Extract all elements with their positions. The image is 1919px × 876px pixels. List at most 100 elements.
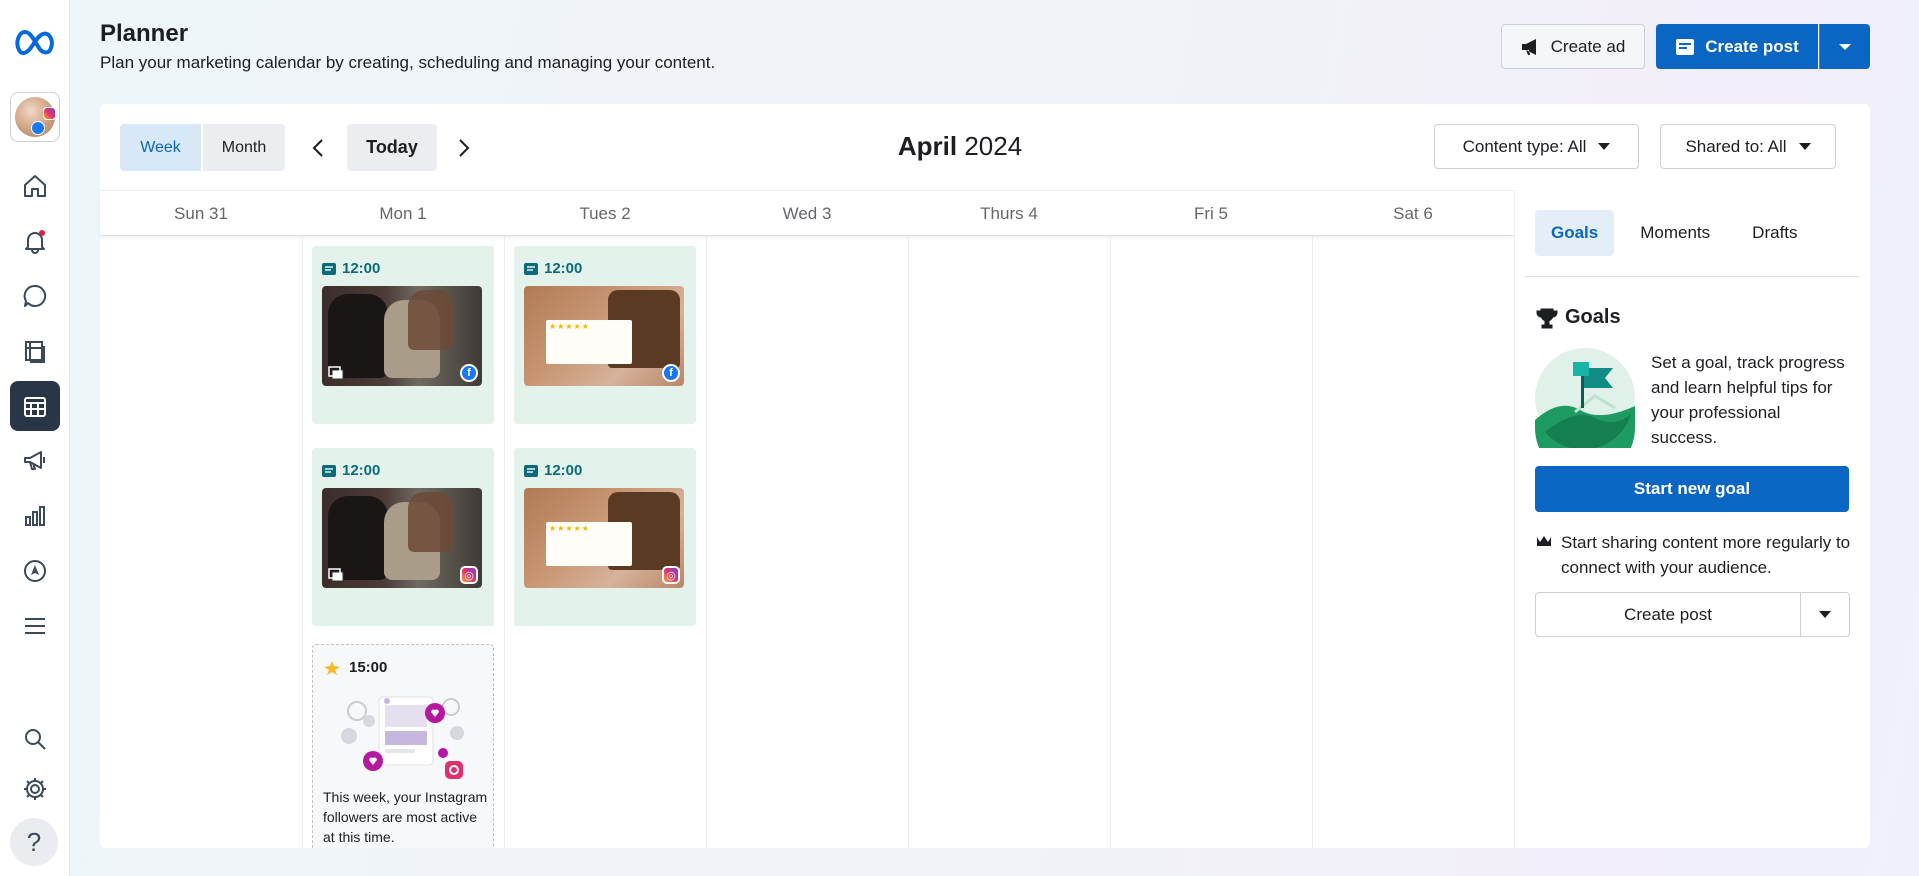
engagement-illustration	[341, 696, 464, 779]
suggestion-time: 15:00	[323, 659, 387, 676]
multiple-media-icon	[328, 366, 344, 380]
post-icon	[1676, 38, 1695, 55]
search-nav-button[interactable]	[10, 714, 60, 764]
crown-icon	[1537, 536, 1551, 548]
column-divider	[504, 236, 505, 848]
megaphone-icon	[24, 451, 45, 470]
side-panel-tabs: Goals Moments Drafts	[1535, 210, 1814, 256]
scheduled-post-card[interactable]: 12:00 ◎	[312, 448, 494, 626]
side-create-post-dropdown-button[interactable]	[1800, 592, 1850, 637]
create-post-label: Create post	[1705, 36, 1799, 56]
goal-flag-illustration	[1535, 348, 1635, 448]
content-nav-button[interactable]	[10, 326, 60, 376]
post-thumbnail: ★★★★★ f	[524, 286, 684, 386]
search-icon	[25, 729, 46, 750]
caret-down-icon	[1798, 143, 1811, 150]
day-header: Wed 3	[782, 204, 832, 223]
post-time: 12:00	[322, 462, 380, 479]
view-toggle: Week Month	[120, 124, 285, 171]
caret-down-icon	[1839, 43, 1851, 50]
insights-nav-button[interactable]	[10, 491, 60, 541]
facebook-icon: f	[662, 364, 680, 382]
column-divider	[706, 236, 707, 848]
page-title: Planner	[100, 20, 189, 47]
year: 2024	[964, 131, 1023, 161]
create-ad-label: Create ad	[1550, 36, 1626, 56]
day-header: Sun 31	[174, 204, 228, 223]
page-subtitle: Plan your marketing calendar by creating…	[100, 53, 716, 72]
divider	[1525, 276, 1859, 277]
post-time: 12:00	[524, 260, 582, 277]
post-thumbnail: ◎	[322, 488, 482, 588]
ads-nav-button[interactable]	[10, 436, 60, 486]
day-header: Sat 6	[1393, 204, 1433, 223]
inbox-nav-button[interactable]	[10, 271, 60, 321]
suggestion-text: This week, your Instagram followers are …	[323, 789, 488, 845]
column-divider	[908, 236, 909, 848]
post-type-icon	[524, 464, 538, 477]
day-header: Fri 5	[1194, 204, 1228, 223]
instagram-icon: ◎	[460, 566, 478, 584]
post-thumbnail: f	[322, 286, 482, 386]
post-type-icon	[322, 262, 336, 275]
best-time-suggestion-card[interactable]: 15:00 This week, your Instagram follower…	[312, 644, 494, 848]
content-library-icon	[25, 341, 45, 363]
facebook-icon: f	[460, 364, 478, 382]
facebook-icon	[31, 121, 45, 135]
goals-description: Set a goal, track progress and learn hel…	[1651, 353, 1845, 447]
megaphone-icon	[1521, 38, 1536, 55]
left-navigation: ?	[0, 0, 70, 876]
bell-icon	[25, 230, 45, 254]
post-time: 12:00	[322, 260, 380, 277]
create-ad-button[interactable]: Create ad	[1501, 24, 1645, 69]
content-type-label: Content type: All	[1462, 136, 1587, 156]
shared-to-dropdown[interactable]: Shared to: All	[1660, 124, 1836, 169]
side-create-post-button[interactable]: Create post	[1535, 592, 1801, 637]
create-post-button[interactable]: Create post	[1656, 24, 1818, 69]
today-button[interactable]: Today	[347, 124, 437, 171]
planner-panel: Week Month Today April 2024 Content type…	[100, 104, 1870, 848]
calendar-grid[interactable]: 12:00 f 12:00 ★★★★★ f 12:00 ◎ 12:00 ★★★★…	[100, 236, 1514, 848]
meta-logo-icon[interactable]	[13, 26, 57, 58]
compass-icon	[24, 560, 46, 582]
tab-moments[interactable]: Moments	[1624, 210, 1726, 256]
instagram-icon: ◎	[662, 566, 680, 584]
planner-nav-button[interactable]	[10, 381, 60, 431]
scheduled-post-card[interactable]: 12:00 f	[312, 246, 494, 424]
question-mark-icon: ?	[26, 826, 42, 857]
bar-chart-icon	[25, 506, 45, 526]
all-tools-nav-button[interactable]	[10, 601, 60, 651]
start-new-goal-button[interactable]: Start new goal	[1535, 466, 1849, 512]
calendar-icon	[24, 397, 46, 417]
week-view-button[interactable]: Week	[120, 124, 201, 171]
next-week-button[interactable]	[446, 124, 482, 171]
tip-text: Start sharing content more regularly to …	[1561, 533, 1851, 577]
home-nav-button[interactable]	[10, 161, 60, 211]
previous-week-button[interactable]	[300, 124, 336, 171]
post-thumbnail: ★★★★★ ◎	[524, 488, 684, 588]
gear-icon	[24, 778, 46, 800]
scheduled-post-card[interactable]: 12:00 ★★★★★ ◎	[514, 448, 696, 626]
account-avatar[interactable]	[10, 92, 60, 142]
day-header: Thurs 4	[980, 204, 1038, 223]
help-button[interactable]: ?	[10, 818, 58, 866]
day-header: Mon 1	[379, 204, 427, 223]
sparkle-star-icon	[324, 660, 340, 675]
explore-nav-button[interactable]	[10, 546, 60, 596]
multiple-media-icon	[328, 568, 344, 582]
notifications-nav-button[interactable]	[10, 216, 60, 266]
month-name: April	[897, 131, 958, 161]
day-header: Tues 2	[579, 204, 631, 223]
create-post-dropdown-button[interactable]	[1819, 24, 1870, 69]
chat-bubble-icon	[23, 284, 47, 307]
column-divider	[302, 236, 303, 848]
tab-drafts[interactable]: Drafts	[1736, 210, 1813, 256]
scheduled-post-card[interactable]: 12:00 ★★★★★ f	[514, 246, 696, 424]
calendar-day-headers: Sun 31 Mon 1 Tues 2 Wed 3 Thurs 4 Fri 5 …	[100, 190, 1514, 236]
content-type-dropdown[interactable]: Content type: All	[1434, 124, 1639, 169]
settings-nav-button[interactable]	[10, 764, 60, 814]
month-view-button[interactable]: Month	[203, 124, 285, 171]
shared-to-label: Shared to: All	[1685, 136, 1787, 156]
tab-goals[interactable]: Goals	[1535, 210, 1615, 256]
current-month-label: April 2024	[800, 131, 1120, 162]
